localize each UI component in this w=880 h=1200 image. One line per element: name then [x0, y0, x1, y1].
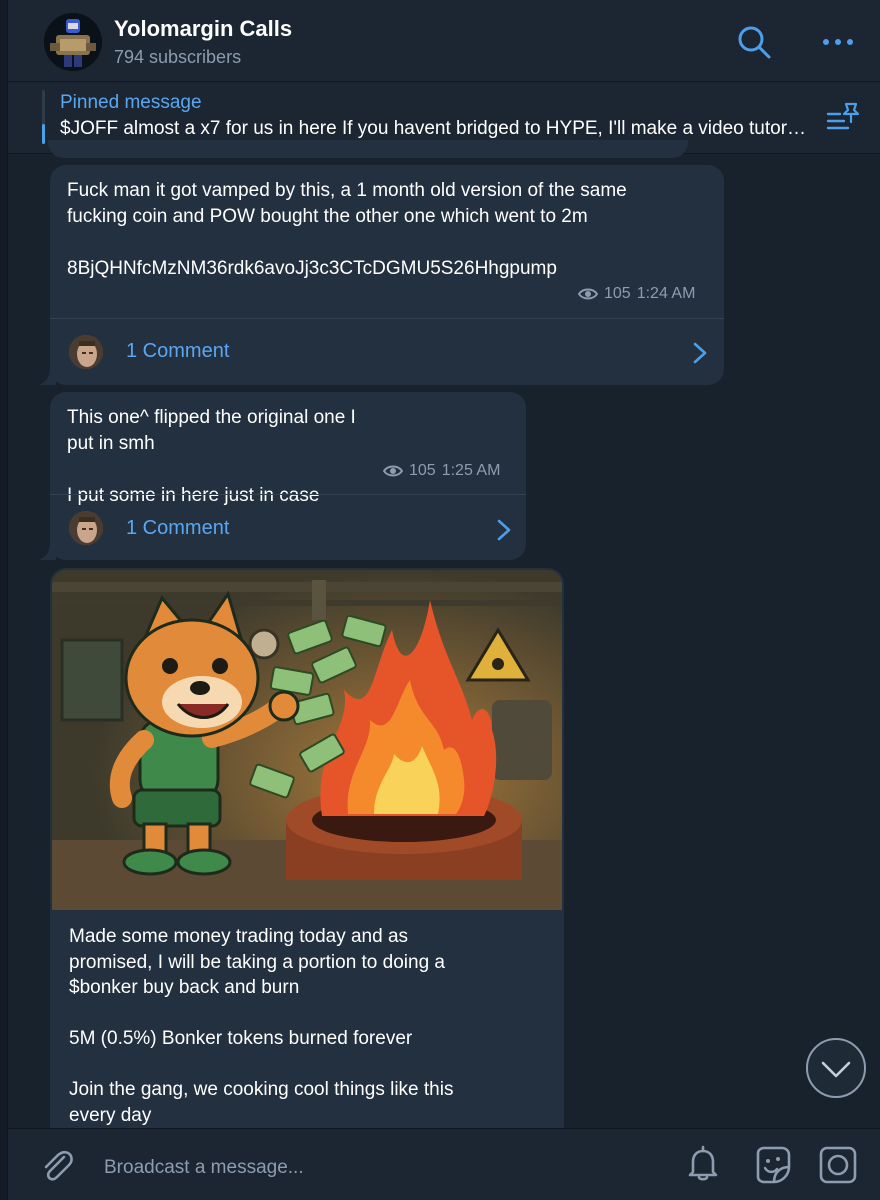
message-bubble[interactable]: Fuck man it got vamped by this, a 1 mont… — [50, 165, 724, 385]
message-meta: 105 1:24 AM — [578, 285, 695, 303]
chevron-down-icon — [821, 1061, 851, 1078]
comments-row[interactable]: 1 Comment — [50, 318, 724, 385]
comment-count-label[interactable]: 1 Comment — [126, 340, 229, 363]
previous-message-bubble — [48, 140, 688, 158]
comments-row[interactable]: 1 Comment — [50, 494, 526, 560]
attach-icon[interactable] — [38, 1147, 76, 1185]
scroll-down-button[interactable] — [806, 1038, 866, 1098]
views-count: 105 — [409, 462, 436, 479]
message-text: Fuck man it got vamped by this, a 1 mont… — [67, 180, 627, 279]
bubble-tail — [38, 367, 56, 385]
more-icon[interactable] — [820, 28, 856, 56]
chevron-right-icon — [496, 518, 512, 542]
camera-icon[interactable] — [818, 1145, 858, 1185]
views-eye-icon — [383, 465, 403, 477]
bell-icon[interactable] — [684, 1145, 722, 1183]
pinned-list-icon[interactable] — [826, 100, 862, 134]
message-text: Made some money trading today and as pro… — [69, 926, 454, 1126]
message-time: 1:25 AM — [441, 462, 501, 479]
sticker-icon[interactable] — [752, 1145, 794, 1185]
chat-header: Yolomargin Calls 794 subscribers — [8, 0, 880, 82]
composer-bar — [8, 1128, 880, 1200]
views-eye-icon — [578, 288, 598, 300]
pinned-text: $JOFF almost a x7 for us in here If you … — [60, 118, 808, 139]
subscriber-count: 794 subscribers — [114, 47, 242, 67]
comment-count-label[interactable]: 1 Comment — [126, 517, 229, 540]
channel-title[interactable]: Yolomargin Calls — [114, 16, 292, 42]
pinned-indicator-active — [42, 124, 45, 144]
message-photo[interactable] — [52, 570, 562, 910]
search-icon[interactable] — [736, 24, 772, 60]
views-count: 105 — [604, 285, 631, 302]
left-rail — [0, 0, 8, 1200]
channel-avatar[interactable] — [44, 13, 102, 71]
pinned-label: Pinned message — [60, 92, 202, 113]
bubble-tail — [38, 542, 56, 560]
message-meta: 105 1:25 AM — [383, 462, 500, 480]
message-bubble[interactable]: This one^ flipped the original one I put… — [50, 392, 526, 560]
chevron-right-icon — [692, 341, 708, 365]
commenter-avatar — [69, 511, 103, 545]
channel-avatar-image — [44, 13, 102, 71]
message-time: 1:24 AM — [636, 285, 696, 302]
commenter-avatar — [69, 335, 103, 369]
broadcast-message-input[interactable] — [104, 1153, 664, 1183]
